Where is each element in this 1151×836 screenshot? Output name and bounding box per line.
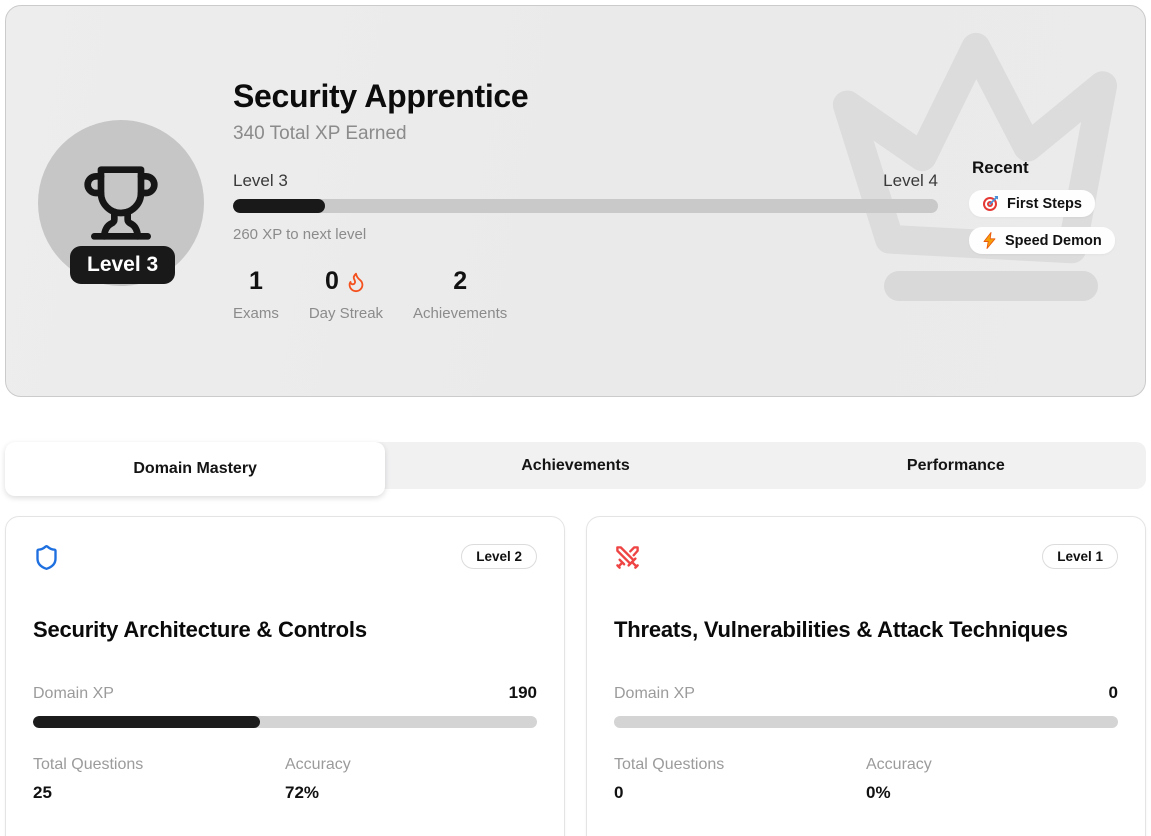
domain-xp-value: 0 (1109, 683, 1118, 703)
stats-row: 1 Exams 0 Day Streak 2 Achievements (233, 267, 938, 322)
xp-progress-bar (233, 199, 938, 213)
card-header: Level 1 (614, 544, 1118, 571)
domain-stats: Total Questions 25 Accuracy 72% (33, 756, 537, 803)
domain-xp-bar (614, 716, 1118, 728)
hero-main: Security Apprentice 340 Total XP Earned … (233, 78, 938, 322)
domain-level-pill: Level 2 (461, 544, 537, 569)
achievements-label: Achievements (413, 305, 507, 322)
day-streak-label: Day Streak (309, 305, 383, 322)
profile-hero-card: Level 3 Security Apprentice 340 Total XP… (5, 5, 1146, 397)
domain-cards: Level 2 Security Architecture & Controls… (5, 516, 1146, 836)
domain-title: Threats, Vulnerabilities & Attack Techni… (614, 617, 1118, 643)
shield-icon (33, 544, 60, 571)
domain-level-pill: Level 1 (1042, 544, 1118, 569)
domain-total-questions: Total Questions 0 (614, 756, 866, 803)
card-header: Level 2 (33, 544, 537, 571)
domain-xp-row: Domain XP 190 (33, 683, 537, 703)
domain-title: Security Architecture & Controls (33, 617, 537, 643)
stat-day-streak: 0 Day Streak (309, 267, 383, 322)
current-level-label: Level 3 (233, 171, 288, 191)
badge-first-steps: First Steps (969, 190, 1095, 217)
tab-achievements[interactable]: Achievements (385, 442, 765, 489)
page-title: Security Apprentice (233, 78, 938, 115)
tab-bar: Domain Mastery Achievements Performance (5, 442, 1146, 489)
swords-icon (614, 544, 641, 571)
achievements-value: 2 (413, 267, 507, 296)
stat-exams: 1 Exams (233, 267, 279, 322)
badge-speed-demon: Speed Demon (969, 227, 1115, 254)
trophy-icon (81, 163, 161, 243)
level-progress-labels: Level 3 Level 4 (233, 171, 938, 191)
domain-xp-fill (33, 716, 260, 728)
total-questions-value: 25 (33, 783, 285, 803)
recent-heading: Recent (972, 158, 1029, 178)
accuracy-label: Accuracy (866, 756, 1118, 774)
accuracy-value: 72% (285, 783, 537, 803)
xp-to-next-level: 260 XP to next level (233, 226, 938, 243)
domain-xp-row: Domain XP 0 (614, 683, 1118, 703)
lightning-icon (982, 232, 997, 249)
tab-domain-mastery[interactable]: Domain Mastery (5, 442, 385, 496)
accuracy-label: Accuracy (285, 756, 537, 774)
accuracy-value: 0% (866, 783, 1118, 803)
exams-label: Exams (233, 305, 279, 322)
domain-stats: Total Questions 0 Accuracy 0% (614, 756, 1118, 803)
day-streak-value-row: 0 (309, 267, 383, 296)
stat-achievements: 2 Achievements (413, 267, 507, 322)
domain-card-threats: Level 1 Threats, Vulnerabilities & Attac… (586, 516, 1146, 836)
domain-xp-value: 190 (509, 683, 537, 703)
level-badge: Level 3 (70, 246, 175, 284)
domain-accuracy: Accuracy 0% (866, 756, 1118, 803)
exams-value: 1 (233, 267, 279, 296)
recent-achievements: Recent First Steps Speed Demon (969, 158, 1115, 254)
day-streak-value: 0 (325, 267, 339, 296)
target-icon (982, 195, 999, 212)
recent-badge-list: First Steps Speed Demon (969, 190, 1115, 254)
flame-icon (345, 271, 367, 293)
domain-xp-bar (33, 716, 537, 728)
domain-card-security-architecture: Level 2 Security Architecture & Controls… (5, 516, 565, 836)
tab-performance[interactable]: Performance (766, 442, 1146, 489)
next-level-label: Level 4 (883, 171, 938, 191)
domain-xp-label: Domain XP (614, 685, 695, 703)
badge-speed-demon-label: Speed Demon (1005, 233, 1102, 249)
total-xp-subtitle: 340 Total XP Earned (233, 123, 938, 145)
domain-accuracy: Accuracy 72% (285, 756, 537, 803)
domain-total-questions: Total Questions 25 (33, 756, 285, 803)
total-questions-label: Total Questions (614, 756, 866, 774)
total-questions-label: Total Questions (33, 756, 285, 774)
domain-xp-label: Domain XP (33, 685, 114, 703)
xp-progress-fill (233, 199, 325, 213)
badge-first-steps-label: First Steps (1007, 196, 1082, 212)
total-questions-value: 0 (614, 783, 866, 803)
